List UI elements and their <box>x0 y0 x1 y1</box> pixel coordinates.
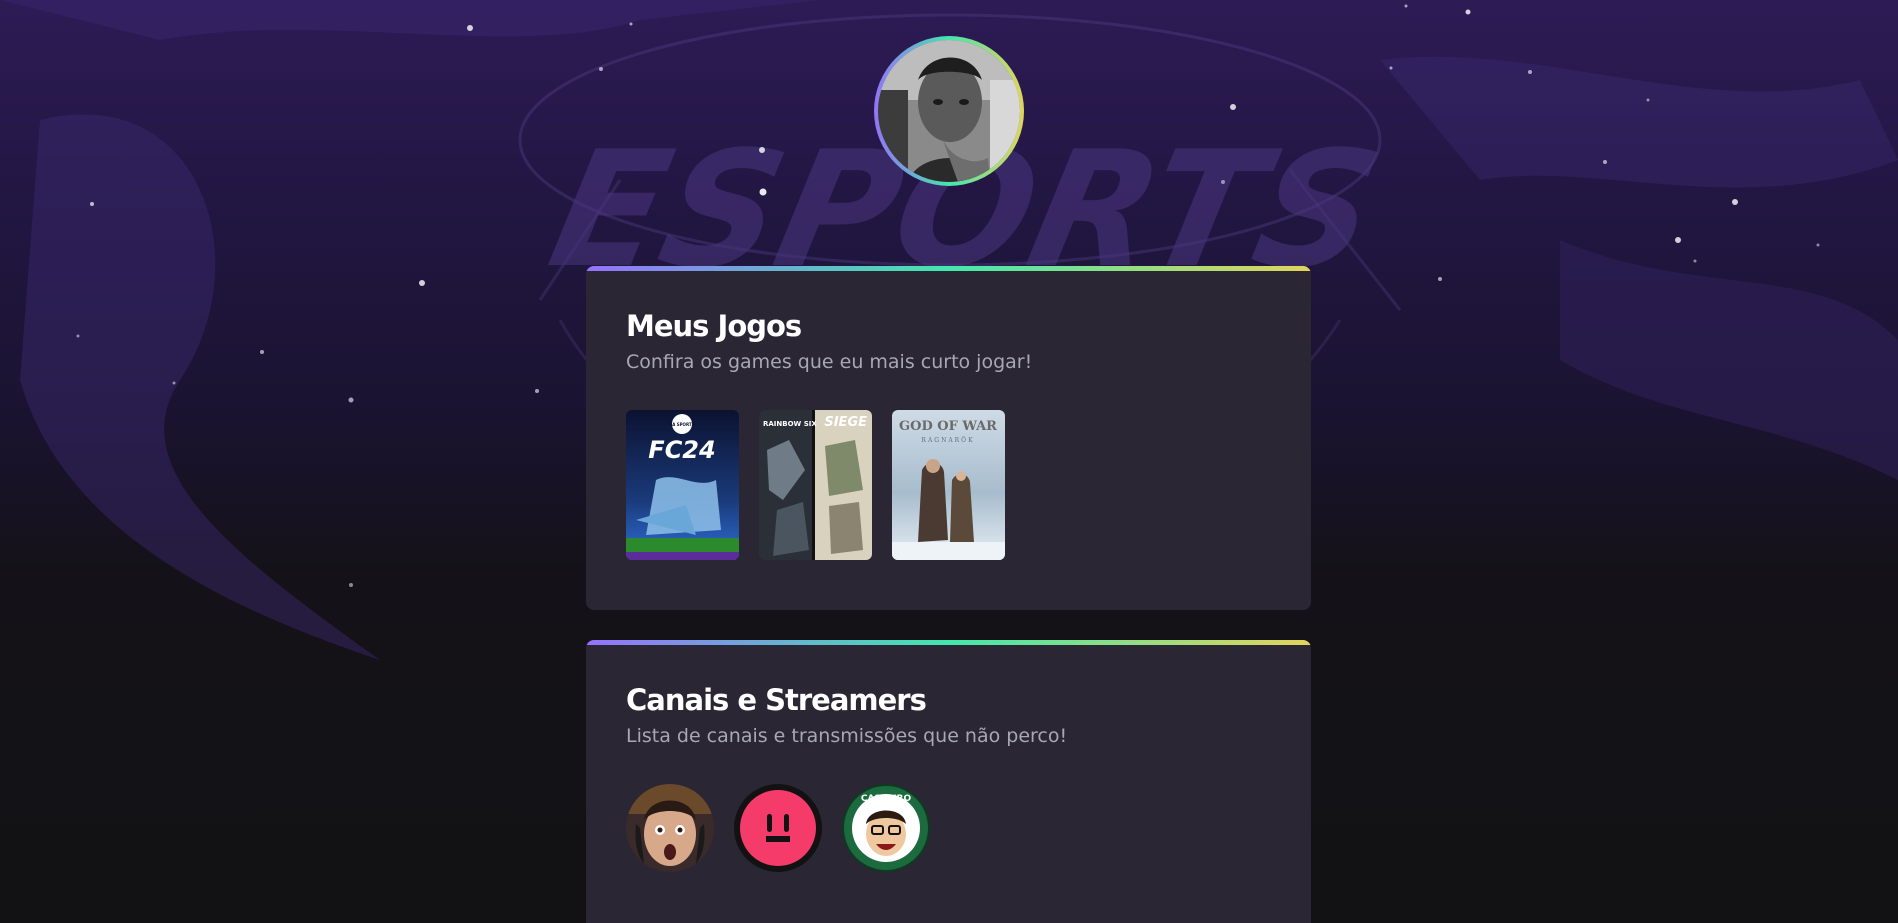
profile-photo <box>878 40 1020 182</box>
section-title: Canais e Streamers <box>626 683 927 717</box>
section-subtitle: Confira os games que eu mais curto jogar… <box>626 351 1033 373</box>
game-brand: EA SPORTS <box>670 422 695 427</box>
profile-avatar <box>874 36 1024 186</box>
streamer-avatar-casimiro[interactable]: CASIMIRO <box>842 784 930 872</box>
games-section: Meus Jogos Confira os games que eu mais … <box>586 266 1311 610</box>
section-title: Meus Jogos <box>626 309 802 343</box>
streamers-section: Canais e Streamers Lista de canais e tra… <box>586 640 1311 923</box>
games-list: EA SPORTS FC24 RAINBOW SIX SIEGE GOD OF … <box>626 410 1271 560</box>
game-subtitle: RAGNARÖK <box>921 437 974 444</box>
streamer-logo-text: CASIMIRO <box>861 794 912 804</box>
game-title: SIEGE <box>824 415 867 430</box>
game-title: FC24 <box>648 436 715 464</box>
streamer-avatar-1[interactable] <box>626 784 714 872</box>
streamers-list: CASIMIRO <box>626 784 1271 872</box>
game-brand: RAINBOW SIX <box>763 420 817 428</box>
game-cover-fc24[interactable]: EA SPORTS FC24 <box>626 410 739 560</box>
section-subtitle: Lista de canais e transmissões que não p… <box>626 725 1068 747</box>
game-cover-god-of-war[interactable]: GOD OF WAR RAGNARÖK <box>892 410 1005 560</box>
streamer-avatar-2[interactable] <box>734 784 822 872</box>
game-cover-r6-siege[interactable]: RAINBOW SIX SIEGE <box>759 410 872 560</box>
game-title: GOD OF WAR <box>899 419 997 434</box>
